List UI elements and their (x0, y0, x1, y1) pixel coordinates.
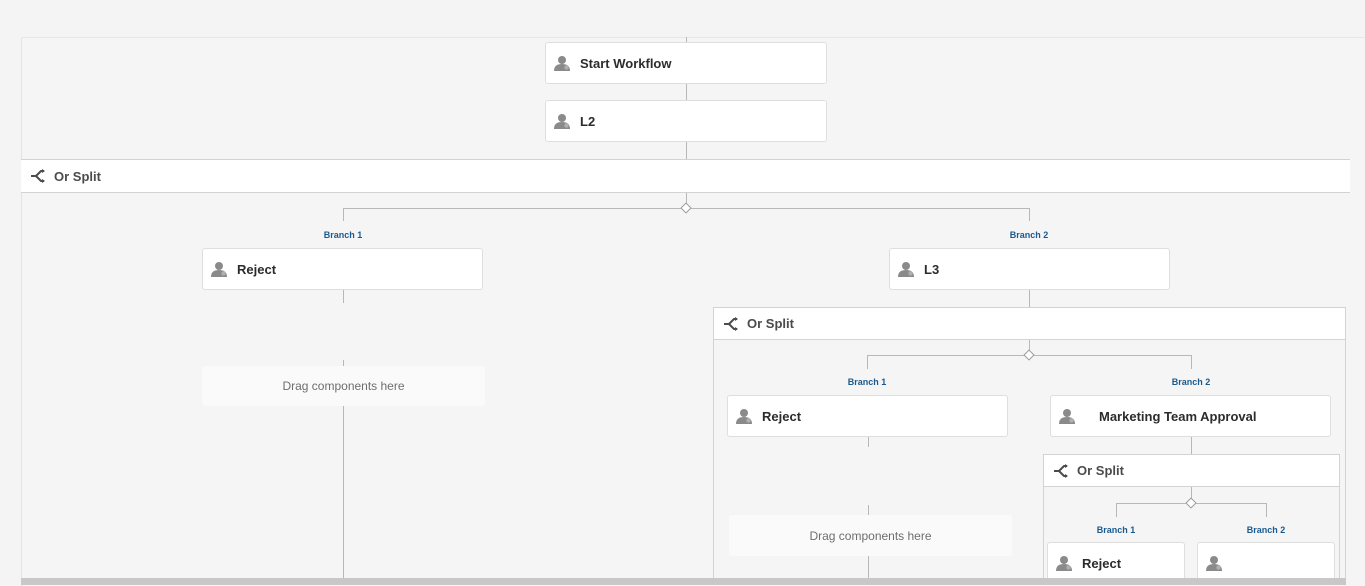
step-marketing-team-approval[interactable]: Marketing Team Approval (1050, 395, 1331, 437)
step-l3[interactable]: L3 (889, 248, 1170, 290)
step-label: Reject (762, 408, 802, 424)
or-split-nested[interactable]: Or Split (713, 307, 1346, 340)
or-split-label: Or Split (747, 316, 794, 331)
or-split-label: Or Split (1077, 463, 1124, 478)
branch-2-label: Branch 2 (1009, 230, 1049, 240)
step-reject[interactable]: Reject (727, 395, 1008, 437)
split-icon (1053, 463, 1069, 479)
branch-1-label: Branch 1 (847, 377, 887, 387)
drop-zone[interactable]: Drag components here (729, 515, 1012, 556)
connector (343, 290, 344, 303)
connector (1191, 437, 1192, 454)
branch-1-label: Branch 1 (323, 230, 363, 240)
user-icon (210, 260, 228, 278)
user-icon (897, 260, 915, 278)
or-split-deep[interactable]: Or Split (1043, 454, 1340, 487)
connector (1266, 503, 1267, 517)
step-label: Start Workflow (580, 55, 672, 71)
split-icon (723, 316, 739, 332)
step-l2[interactable]: L2 (545, 100, 827, 142)
drop-zone[interactable]: Drag components here (202, 366, 485, 406)
step-start-workflow[interactable]: Start Workflow (545, 42, 827, 84)
split-icon (30, 168, 46, 184)
connector (686, 142, 687, 160)
step-label: Reject (237, 261, 277, 277)
connector (1029, 208, 1030, 221)
or-split-label: Or Split (54, 168, 101, 184)
step-reject[interactable]: Reject (202, 248, 483, 290)
step-label: L2 (580, 113, 596, 129)
connector (1191, 355, 1192, 369)
horizontal-scrollbar[interactable] (21, 578, 1346, 585)
branch-2-label: Branch 2 (1246, 525, 1286, 535)
user-icon (1055, 554, 1073, 572)
user-icon (553, 112, 571, 130)
connector (343, 208, 344, 221)
connector (868, 437, 869, 447)
step-label: L3 (924, 261, 940, 277)
connector (686, 84, 687, 101)
connector (868, 505, 869, 515)
connector (868, 556, 869, 578)
user-icon (1205, 554, 1223, 572)
user-icon (735, 407, 753, 425)
connector (1029, 290, 1030, 307)
connector (1116, 503, 1117, 517)
or-split-main[interactable]: Or Split (21, 159, 1350, 193)
branch-1-label: Branch 1 (1096, 525, 1136, 535)
connector (343, 406, 344, 578)
branch-2-label: Branch 2 (1171, 377, 1211, 387)
user-icon (553, 54, 571, 72)
step-label: Marketing Team Approval (1099, 408, 1257, 424)
user-icon (1058, 407, 1076, 425)
connector (867, 355, 868, 369)
step-label: Reject (1082, 555, 1122, 571)
